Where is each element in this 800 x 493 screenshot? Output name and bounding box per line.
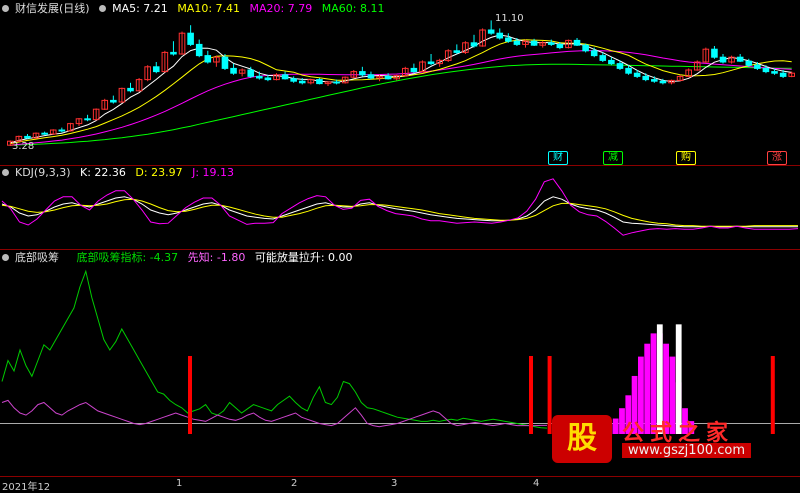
red-signal-bar — [547, 356, 552, 434]
candle-body — [547, 42, 555, 45]
candle-body — [221, 56, 229, 69]
candle-body — [599, 55, 607, 61]
candle-body — [487, 29, 495, 34]
candle-body — [58, 129, 66, 132]
ma10-line — [10, 39, 792, 145]
candle-body — [651, 79, 658, 82]
x-axis-label: 2 — [291, 478, 298, 489]
candle-body — [642, 75, 650, 81]
kdj-panel: KDJ(9,3,3) K: 22.36 D: 23.97 J: 19.13 — [0, 166, 800, 249]
candle-body — [754, 64, 761, 69]
candle-body — [633, 72, 641, 77]
signal-badge[interactable]: 涨 — [767, 151, 787, 165]
candle-body — [367, 74, 375, 79]
ma20-line — [10, 50, 792, 146]
candle-body — [110, 99, 117, 103]
candle-body — [290, 78, 297, 82]
candle-body — [556, 43, 564, 49]
candle-body — [470, 42, 478, 47]
x-axis-label: 4 — [533, 478, 540, 489]
candle-body — [298, 80, 306, 84]
candle-body — [316, 79, 323, 85]
low-price-label: 3.28 — [12, 141, 35, 152]
site-watermark: 股 公式之家 www.gszj100.com — [552, 415, 792, 463]
candle-body — [204, 55, 212, 63]
candle-body — [247, 69, 255, 77]
candle-body — [608, 59, 615, 65]
red-signal-bar — [188, 356, 192, 434]
candle-body — [582, 44, 589, 52]
x-axis-label: 3 — [391, 478, 398, 489]
price-panel: 财信发展(日线) MA5: 7.21 MA10: 7.41 MA20: 7.79… — [0, 0, 800, 165]
candle-body — [152, 66, 160, 73]
high-price-label: 11.10 — [495, 13, 524, 24]
candle-body — [264, 77, 272, 81]
red-signal-bar — [529, 356, 533, 434]
candle-body — [711, 48, 718, 58]
kdj-chart[interactable] — [0, 166, 800, 249]
candle-body — [453, 50, 461, 53]
candle-body — [427, 61, 435, 65]
axis-divider — [0, 476, 800, 477]
xianzhi-line — [1, 399, 547, 428]
candle-body — [41, 132, 48, 135]
candle-body — [281, 74, 289, 80]
candle-body — [616, 63, 624, 69]
candlestick-chart[interactable] — [0, 0, 800, 160]
kdj-d-line — [1, 198, 798, 227]
candle-body — [127, 87, 134, 92]
candle-body — [659, 80, 667, 84]
candle-body — [513, 40, 521, 45]
x-axis-label: 1 — [176, 478, 183, 489]
signal-badge[interactable]: 财 — [548, 151, 568, 165]
candle-body — [384, 75, 392, 80]
candle-body — [762, 67, 770, 73]
candle-body — [359, 71, 366, 76]
candle-body — [736, 56, 744, 62]
signal-badge[interactable]: 购 — [676, 151, 696, 165]
watermark-url: www.gszj100.com — [622, 443, 752, 458]
candle-body — [256, 75, 263, 79]
dbxc-indicator-line — [1, 269, 548, 429]
candle-body — [745, 60, 753, 66]
kdj-k-line — [1, 196, 798, 228]
watermark-logo: 股 — [552, 415, 612, 463]
candle-body — [496, 32, 504, 39]
candle-body — [187, 32, 194, 45]
candle-body — [410, 67, 418, 73]
candle-body — [230, 67, 237, 74]
candle-body — [719, 56, 727, 63]
candle-body — [590, 50, 598, 57]
signal-badge[interactable]: 减 — [603, 151, 623, 165]
candle-body — [625, 67, 632, 74]
candle-body — [170, 51, 177, 55]
candle-body — [530, 40, 538, 46]
candle-body — [779, 72, 787, 77]
candle-body — [195, 43, 203, 57]
candle-body — [84, 118, 91, 121]
candle-body — [24, 135, 31, 139]
candle-body — [771, 71, 778, 74]
candle-body — [333, 81, 340, 84]
candle-body — [573, 39, 581, 46]
candle-body — [505, 37, 512, 42]
